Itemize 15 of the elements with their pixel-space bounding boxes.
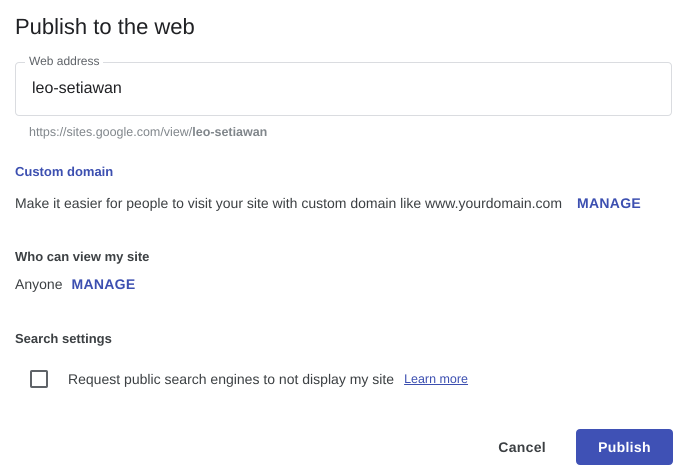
checkbox[interactable] bbox=[30, 370, 48, 388]
manage-link[interactable]: MANAGE bbox=[71, 276, 136, 292]
description-text: Make it easier for people to visit your site with custom domain like www.yourdomain.com bbox=[15, 194, 562, 213]
section-heading: Who can view my site bbox=[15, 249, 150, 264]
section-heading: Custom domain bbox=[15, 164, 114, 179]
manage-link[interactable]: MANAGE bbox=[577, 195, 642, 211]
section-heading: Search settings bbox=[15, 331, 112, 346]
url-hint: https://sites.google.com/view/leo-setiawan bbox=[29, 124, 268, 140]
visibility-value: Anyone bbox=[15, 275, 62, 294]
cancel-button[interactable]: Cancel bbox=[488, 429, 556, 465]
publish-button[interactable]: Publish bbox=[576, 429, 673, 465]
learn-more-link[interactable]: Learn more bbox=[404, 372, 468, 386]
checkbox-label: Request public search engines to not display my site bbox=[68, 370, 394, 389]
field-label: Web address bbox=[25, 54, 104, 68]
dialog-title: Publish to the web bbox=[15, 13, 196, 41]
